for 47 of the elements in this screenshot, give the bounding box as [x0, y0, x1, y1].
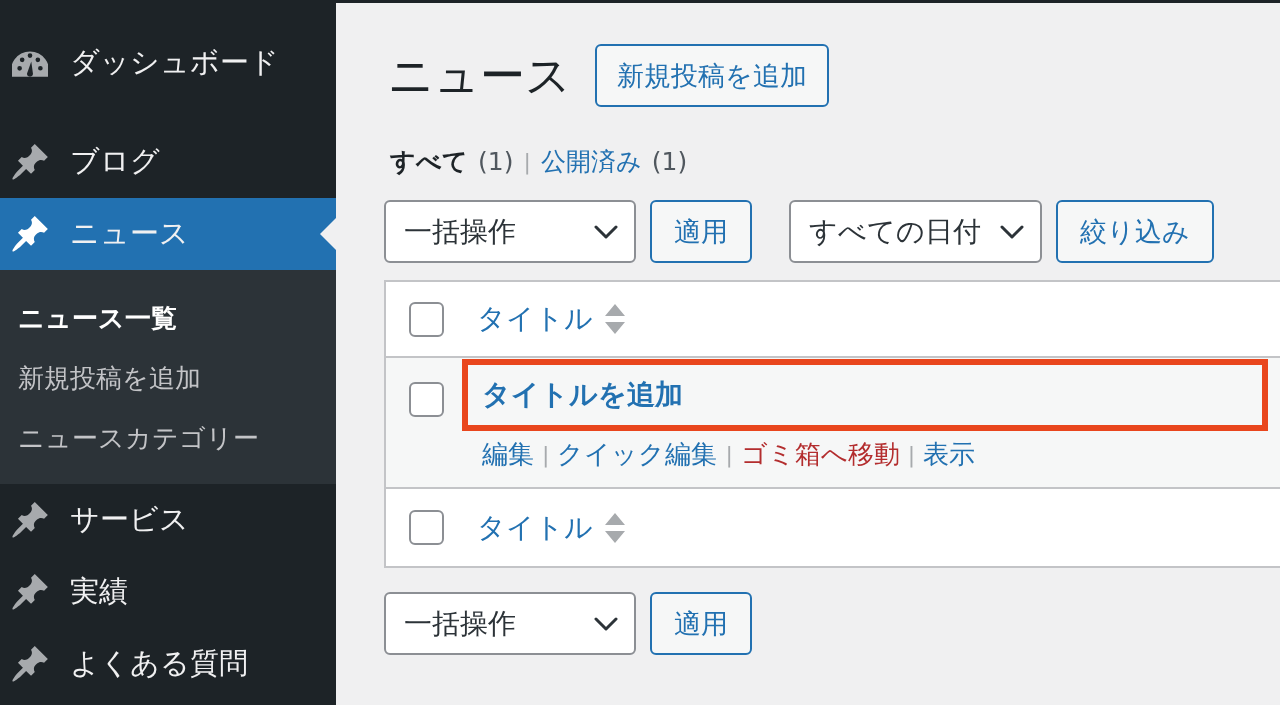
row-action-link[interactable]: 編集: [482, 436, 534, 472]
checkbox[interactable]: [409, 510, 444, 545]
column-sort-link[interactable]: タイトル: [462, 508, 625, 547]
row-action-link[interactable]: クイック編集: [557, 436, 718, 472]
menu-item[interactable]: サービス: [0, 484, 336, 556]
submenu-item[interactable]: 新規投稿を追加: [0, 348, 336, 408]
chevron-down-icon: [594, 224, 618, 239]
chevron-down-icon: [1000, 224, 1024, 239]
pushpin-icon: [12, 144, 48, 180]
trash-link[interactable]: ゴミ箱へ移動: [740, 436, 900, 472]
bulk-actions-select[interactable]: 一括操作: [384, 200, 636, 263]
checkbox[interactable]: [409, 301, 444, 337]
pushpin-icon: [12, 574, 48, 610]
menu-item[interactable]: ニュース: [0, 198, 336, 270]
pushpin-icon: [12, 646, 48, 682]
separator: |: [907, 441, 916, 467]
page-title: ニュース: [388, 48, 571, 103]
row-action-link[interactable]: 表示: [923, 436, 976, 472]
separator: |: [523, 148, 531, 174]
sort-arrows-icon: [605, 512, 625, 543]
pushpin-icon: [12, 502, 48, 538]
current-pointer-icon: [320, 218, 336, 250]
menu-item[interactable]: ダッシュボード: [0, 27, 336, 99]
menu-item[interactable]: ブログ: [0, 126, 336, 198]
chevron-down-icon: [594, 616, 618, 631]
checkbox[interactable]: [409, 382, 444, 417]
separator: |: [725, 441, 733, 467]
submenu-item[interactable]: ニュースカテゴリー: [0, 408, 336, 468]
pushpin-icon: [12, 216, 48, 252]
submenu-item[interactable]: ニュース一覧: [0, 288, 336, 348]
separator: |: [542, 441, 550, 467]
date-filter-select[interactable]: すべての日付: [789, 200, 1042, 263]
gauge-icon: [12, 49, 48, 77]
column-sort-link[interactable]: タイトル: [462, 300, 625, 338]
view-link[interactable]: 公開済み: [540, 144, 642, 178]
add-new-button[interactable]: 新規投稿を追加: [595, 44, 829, 107]
menu-item[interactable]: 実績: [0, 556, 336, 628]
view-link[interactable]: すべて: [390, 144, 468, 178]
view-count: (1): [651, 146, 688, 176]
post-title-link[interactable]: タイトルを追加: [482, 376, 683, 414]
menu-item[interactable]: よくある質問: [0, 628, 336, 700]
sort-arrows-icon: [605, 304, 625, 334]
apply-button[interactable]: 適用: [650, 592, 752, 655]
apply-button[interactable]: 適用: [650, 200, 752, 263]
filter-button[interactable]: 絞り込み: [1056, 200, 1214, 263]
bulk-actions-select[interactable]: 一括操作: [384, 592, 636, 655]
view-count: (1): [478, 146, 514, 176]
